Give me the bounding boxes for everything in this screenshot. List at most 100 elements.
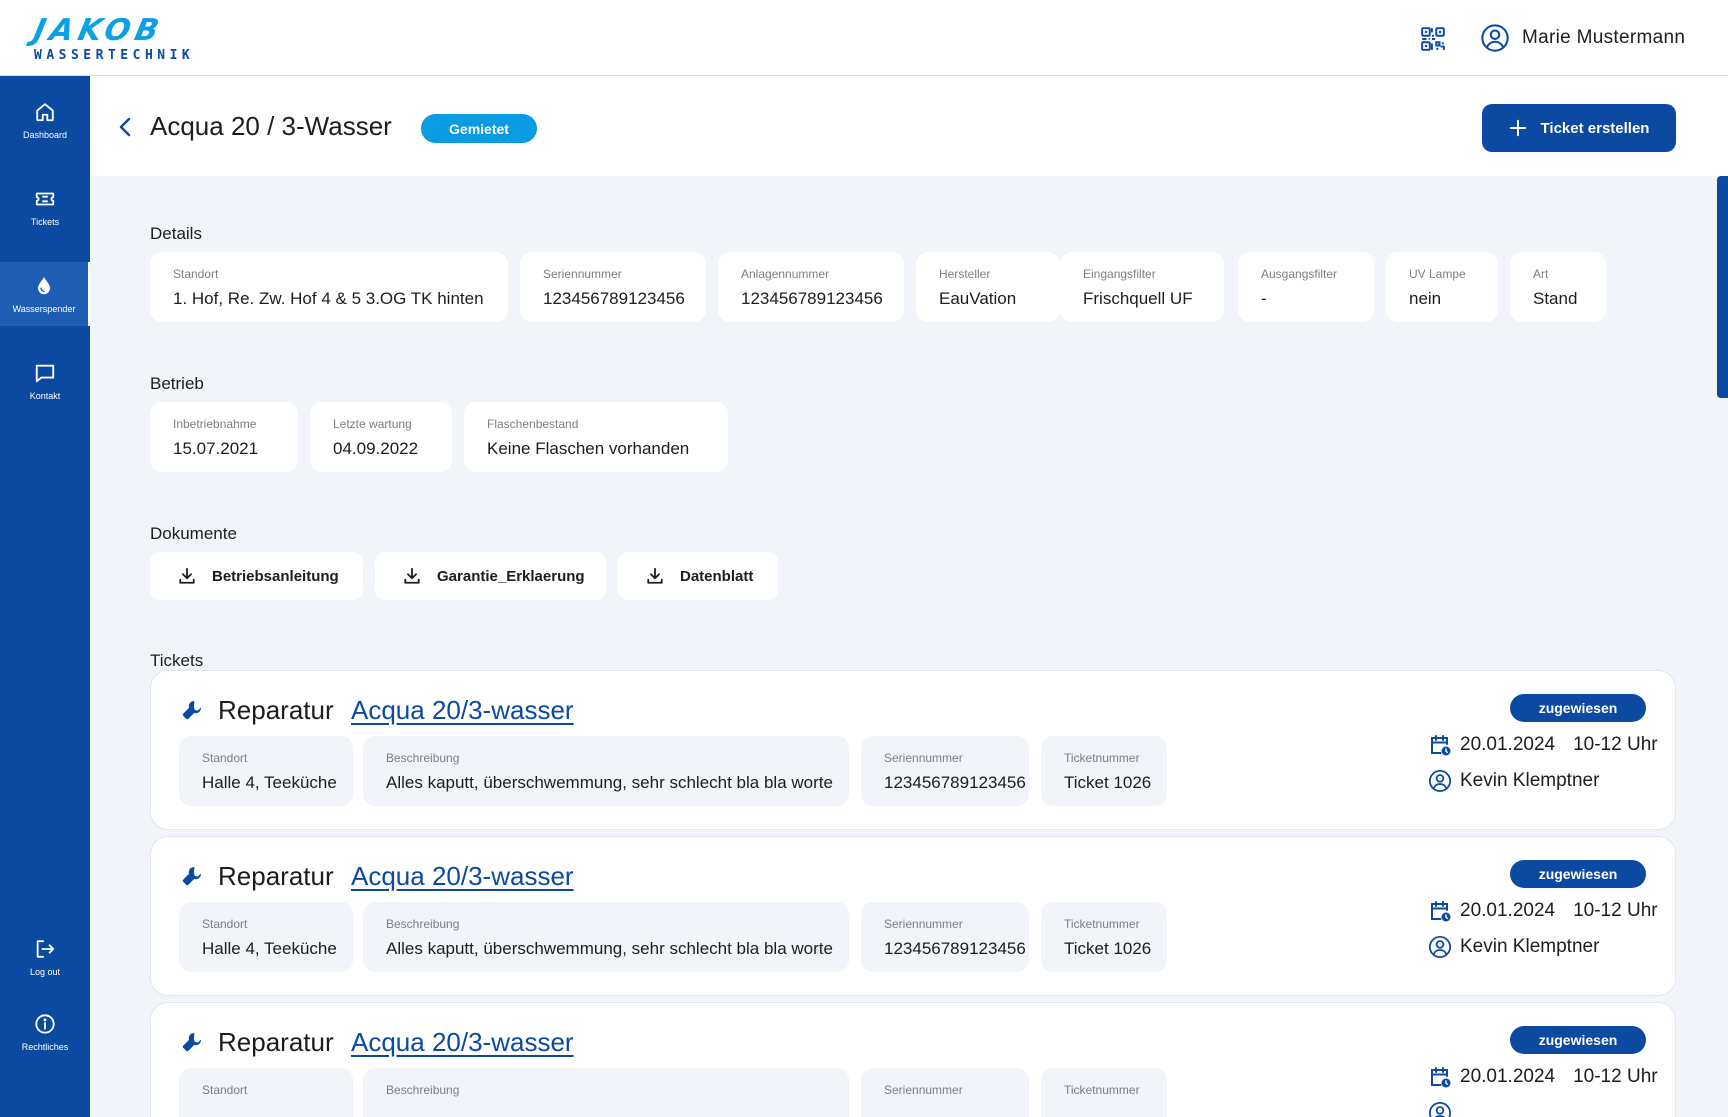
sidebar-item-label: Kontakt [29, 390, 61, 401]
ticket-field-seriennummer: Seriennummer 123456789123456 [861, 736, 1029, 806]
ticket-type: Reparatur [218, 1027, 334, 1057]
field-label: Anlagennummer [741, 267, 830, 281]
field-label: Ticketnummer [1064, 917, 1140, 931]
field-value: Keine Flaschen vorhanden [487, 439, 690, 458]
user-avatar-icon [1428, 769, 1452, 793]
calendar-clock-icon [1431, 735, 1451, 756]
field-value: 04.09.2022 [333, 439, 419, 458]
ticket-device-link[interactable]: Acqua 20/3-wasser [351, 1027, 574, 1058]
betrieb-card-flaschenbestand: Flaschenbestand Keine Flaschen vorhanden [464, 402, 728, 472]
document-button-garantie[interactable]: Garantie_Erklaerung [375, 552, 606, 600]
ticket-device-link[interactable]: Acqua 20/3-wasser [351, 695, 574, 726]
field-value: Halle 4, Teeküche [202, 939, 337, 958]
betrieb-card-letzte-wartung: Letzte wartung 04.09.2022 [310, 402, 452, 472]
top-bar: JAKOB WASSERTECHNIK Marie Mustermann [0, 0, 1728, 76]
section-title-betrieb: Betrieb [150, 374, 204, 393]
plus-icon [1509, 119, 1526, 137]
field-value: nein [1409, 289, 1442, 308]
ticket-field-standort: Standort Halle 4, Teeküche [179, 902, 353, 972]
field-value: 123456789123456 [884, 773, 1026, 792]
create-ticket-label: Ticket erstellen [1540, 119, 1650, 137]
field-value: Alles kaputt, überschwemmung, sehr schle… [386, 773, 833, 792]
sidebar-item-logout[interactable]: Log out [0, 925, 90, 989]
document-button-datenblatt[interactable]: Datenblatt [618, 552, 778, 600]
field-label: Standort [173, 267, 219, 281]
sidebar-item-kontakt[interactable]: Kontakt [0, 349, 90, 413]
detail-card-hersteller: Hersteller EauVation [916, 252, 1060, 322]
qr-code-icon[interactable] [1420, 26, 1446, 52]
document-label: Garantie_Erklaerung [437, 567, 585, 585]
field-label: Art [1533, 267, 1549, 281]
user-name: Marie Mustermann [1522, 27, 1686, 48]
betrieb-card-inbetriebnahme: Inbetriebnahme 15.07.2021 [150, 402, 298, 472]
field-label: Seriennummer [884, 1083, 963, 1097]
ticket-card[interactable]: Reparatur Acqua 20/3-wasser zugewiesen S… [150, 670, 1676, 830]
detail-card-art: Art Stand [1510, 252, 1606, 322]
ticket-status-badge: zugewiesen [1510, 1026, 1646, 1054]
ticket-card[interactable]: Reparatur Acqua 20/3-wasser zugewiesen S… [150, 836, 1676, 996]
sidebar-item-rechtliches[interactable]: Rechtliches [0, 1000, 90, 1064]
document-button-betriebsanleitung[interactable]: Betriebsanleitung [150, 552, 363, 600]
field-label: Beschreibung [386, 1083, 460, 1097]
download-icon [647, 567, 663, 584]
field-value: - [1261, 289, 1267, 308]
detail-card-anlagennummer: Anlagennummer 123456789123456 [718, 252, 904, 322]
download-icon [404, 567, 420, 584]
ticket-status-badge: zugewiesen [1510, 860, 1646, 888]
field-value: 123456789123456 [884, 939, 1026, 958]
create-ticket-button[interactable]: Ticket erstellen [1482, 104, 1676, 152]
back-arrow-icon[interactable] [114, 115, 138, 139]
sidebar-item-wasserspender[interactable]: Wasserspender [0, 262, 90, 326]
user-menu[interactable]: Marie Mustermann [1480, 22, 1685, 54]
ticket-field-beschreibung: Beschreibung Alles kaputt, überschwemmun… [363, 902, 849, 972]
home-icon [36, 102, 54, 121]
logo[interactable]: JAKOB WASSERTECHNIK [30, 13, 194, 63]
user-avatar-icon [1481, 24, 1509, 52]
chat-icon [35, 364, 55, 382]
document-label: Betriebsanleitung [212, 567, 339, 585]
sidebar-item-tickets[interactable]: Tickets [0, 175, 90, 239]
field-label: Standort [202, 751, 248, 765]
ticket-time: 10-12 Uhr [1573, 900, 1658, 921]
ticket-time: 10-12 Uhr [1573, 734, 1658, 755]
field-label: Hersteller [939, 267, 991, 281]
ticket-appointment: 20.01.2024 10-12 Uhr [1428, 1065, 1658, 1089]
ticket-time: 10-12 Uhr [1573, 1066, 1658, 1087]
ticket-device-link[interactable]: Acqua 20/3-wasser [351, 861, 574, 892]
wrench-icon [182, 867, 201, 886]
ticket-field-standort: Standort [179, 1068, 353, 1117]
field-label: Ticketnummer [1064, 1083, 1140, 1097]
user-avatar-icon [1428, 935, 1452, 959]
ticket-status-badge: zugewiesen [1510, 694, 1646, 722]
scrollbar-thumb[interactable] [1717, 176, 1728, 398]
water-drop-icon [38, 276, 50, 294]
field-label: UV Lampe [1409, 267, 1466, 281]
field-label: Inbetriebnahme [173, 417, 257, 431]
ticket-card[interactable]: Reparatur Acqua 20/3-wasser zugewiesen S… [150, 1002, 1676, 1117]
ticket-field-ticketnummer: Ticketnummer Ticket 1026 [1041, 902, 1167, 972]
field-value: 123456789123456 [543, 289, 685, 308]
detail-card-eingangsfilter: Eingangsfilter Frischquell UF [1060, 252, 1224, 322]
field-value: EauVation [939, 289, 1017, 308]
ticket-technician [1428, 1101, 1460, 1117]
field-label: Ausgangsfilter [1261, 267, 1338, 281]
field-value: Ticket 1026 [1064, 939, 1152, 958]
sidebar-item-label: Wasserspender [12, 303, 76, 314]
wrench-icon [182, 701, 201, 720]
logo-brand: JAKOB [30, 13, 167, 48]
field-label: Standort [202, 917, 248, 931]
field-value: 1. Hof, Re. Zw. Hof 4 & 5 3.OG TK hinten [173, 289, 484, 308]
field-label: Beschreibung [386, 917, 460, 931]
ticket-field-seriennummer: Seriennummer [861, 1068, 1029, 1117]
sidebar-item-dashboard[interactable]: Dashboard [0, 88, 90, 152]
ticket-appointment: 20.01.2024 10-12 Uhr [1428, 899, 1658, 923]
field-value: Frischquell UF [1083, 289, 1193, 308]
field-label: Seriennummer [884, 917, 963, 931]
section-title-dokumente: Dokumente [150, 524, 237, 543]
ticket-icon [35, 192, 55, 205]
detail-card-uv-lampe: UV Lampe nein [1386, 252, 1498, 322]
logout-icon [36, 939, 55, 958]
user-avatar-icon [1428, 1101, 1452, 1117]
field-value: Ticket 1026 [1064, 773, 1152, 792]
ticket-field-beschreibung: Beschreibung Alles kaputt, überschwemmun… [363, 736, 849, 806]
